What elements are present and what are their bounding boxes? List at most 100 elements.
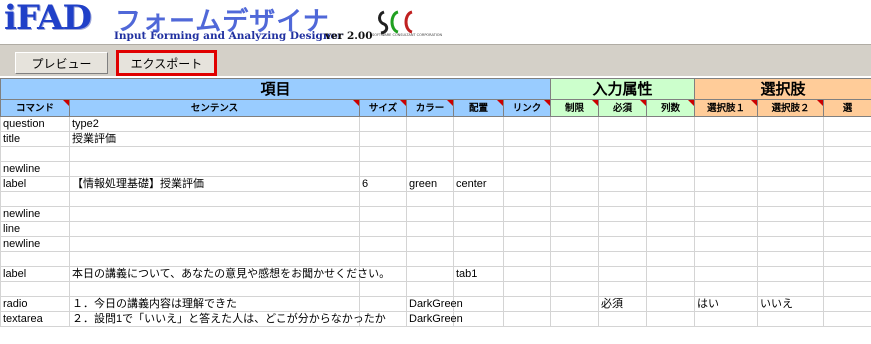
cell-cols[interactable] [646, 281, 696, 297]
cell-choice2[interactable] [757, 311, 825, 327]
cell-sentence[interactable]: type2 [69, 116, 360, 132]
export-button[interactable]: エクスポート [116, 50, 217, 76]
cell-choice1[interactable] [694, 281, 759, 297]
column-header-limit[interactable]: 制限 [550, 99, 600, 117]
cell-required[interactable] [598, 221, 648, 237]
cell-cols[interactable] [646, 191, 696, 207]
cell-size[interactable] [359, 266, 407, 282]
cell-sentence[interactable]: 授業評価 [69, 131, 360, 147]
cell-choice3[interactable] [823, 161, 871, 177]
cell-choice1[interactable] [694, 116, 759, 132]
cell-command[interactable]: newline [0, 206, 70, 222]
cell-choice3[interactable] [823, 281, 871, 297]
cell-choice3[interactable] [823, 236, 871, 252]
cell-color[interactable] [406, 251, 454, 267]
column-header-cols[interactable]: 列数 [646, 99, 696, 117]
cell-command[interactable]: title [0, 131, 70, 147]
cell-choice1[interactable] [694, 206, 759, 222]
cell-choice1[interactable] [694, 176, 759, 192]
cell-align[interactable]: tab1 [453, 266, 504, 282]
column-header-sentence[interactable]: センテンス [69, 99, 360, 117]
cell-sentence[interactable] [69, 161, 360, 177]
cell-choice2[interactable] [757, 146, 825, 162]
cell-cols[interactable] [646, 116, 696, 132]
cell-limit[interactable] [550, 221, 600, 237]
cell-cols[interactable] [646, 296, 696, 312]
cell-limit[interactable] [550, 191, 600, 207]
cell-sentence[interactable] [69, 146, 360, 162]
column-header-link[interactable]: リンク [502, 99, 552, 117]
cell-size[interactable] [359, 206, 407, 222]
cell-command[interactable]: label [0, 176, 70, 192]
cell-choice3[interactable] [823, 311, 871, 327]
cell-align[interactable] [453, 251, 504, 267]
cell-color[interactable] [406, 116, 454, 132]
cell-size[interactable] [359, 161, 407, 177]
cell-choice2[interactable] [757, 251, 825, 267]
cell-size[interactable]: 6 [359, 176, 407, 192]
cell-cols[interactable] [646, 236, 696, 252]
cell-link[interactable] [502, 161, 552, 177]
cell-color[interactable] [406, 161, 454, 177]
cell-choice3[interactable] [823, 266, 871, 282]
cell-align[interactable] [453, 281, 504, 297]
cell-required[interactable] [598, 176, 648, 192]
cell-choice1[interactable] [694, 161, 759, 177]
cell-required[interactable]: 必須 [598, 296, 648, 312]
cell-required[interactable] [598, 281, 648, 297]
cell-limit[interactable] [550, 116, 600, 132]
cell-cols[interactable] [646, 146, 696, 162]
cell-command[interactable] [0, 281, 70, 297]
cell-sentence[interactable] [69, 251, 360, 267]
cell-color[interactable]: green [406, 176, 454, 192]
cell-choice3[interactable] [823, 131, 871, 147]
cell-required[interactable] [598, 191, 648, 207]
cell-command[interactable]: newline [0, 236, 70, 252]
cell-limit[interactable] [550, 311, 600, 327]
cell-limit[interactable] [550, 266, 600, 282]
column-header-size[interactable]: サイズ [359, 99, 407, 117]
cell-color[interactable] [406, 131, 454, 147]
cell-command[interactable] [0, 191, 70, 207]
cell-choice1[interactable] [694, 221, 759, 237]
cell-command[interactable]: textarea [0, 311, 70, 327]
cell-command[interactable] [0, 146, 70, 162]
cell-choice3[interactable] [823, 191, 871, 207]
cell-sentence[interactable]: １．今日の講義内容は理解できた [69, 296, 360, 312]
cell-required[interactable] [598, 206, 648, 222]
cell-limit[interactable] [550, 161, 600, 177]
column-header-choice1[interactable]: 選択肢１ [694, 99, 759, 117]
cell-choice2[interactable] [757, 161, 825, 177]
cell-limit[interactable] [550, 131, 600, 147]
cell-choice2[interactable] [757, 116, 825, 132]
cell-color[interactable]: DarkGreen [406, 296, 463, 312]
cell-cols[interactable] [646, 176, 696, 192]
cell-choice2[interactable] [757, 131, 825, 147]
cell-cols[interactable] [646, 131, 696, 147]
cell-choice1[interactable] [694, 251, 759, 267]
cell-size[interactable] [359, 236, 407, 252]
cell-align[interactable] [453, 131, 504, 147]
cell-limit[interactable] [550, 296, 600, 312]
cell-sentence[interactable]: ２．設問1で「いいえ」と答えた人は、どこが分からなかったか [69, 311, 386, 327]
cell-sentence[interactable] [69, 221, 360, 237]
cell-align[interactable] [453, 206, 504, 222]
cell-limit[interactable] [550, 236, 600, 252]
cell-choice2[interactable]: いいえ [757, 296, 825, 312]
cell-choice2[interactable] [757, 221, 825, 237]
cell-link[interactable] [502, 206, 552, 222]
cell-link[interactable] [502, 236, 552, 252]
cell-color[interactable] [406, 236, 454, 252]
cell-cols[interactable] [646, 161, 696, 177]
cell-choice3[interactable] [823, 206, 871, 222]
cell-limit[interactable] [550, 206, 600, 222]
cell-color[interactable] [406, 281, 454, 297]
cell-required[interactable] [598, 266, 648, 282]
cell-command[interactable]: line [0, 221, 70, 237]
cell-command[interactable]: radio [0, 296, 70, 312]
cell-choice3[interactable] [823, 221, 871, 237]
cell-required[interactable] [598, 311, 648, 327]
cell-choice2[interactable] [757, 206, 825, 222]
cell-size[interactable] [359, 296, 407, 312]
cell-choice3[interactable] [823, 251, 871, 267]
